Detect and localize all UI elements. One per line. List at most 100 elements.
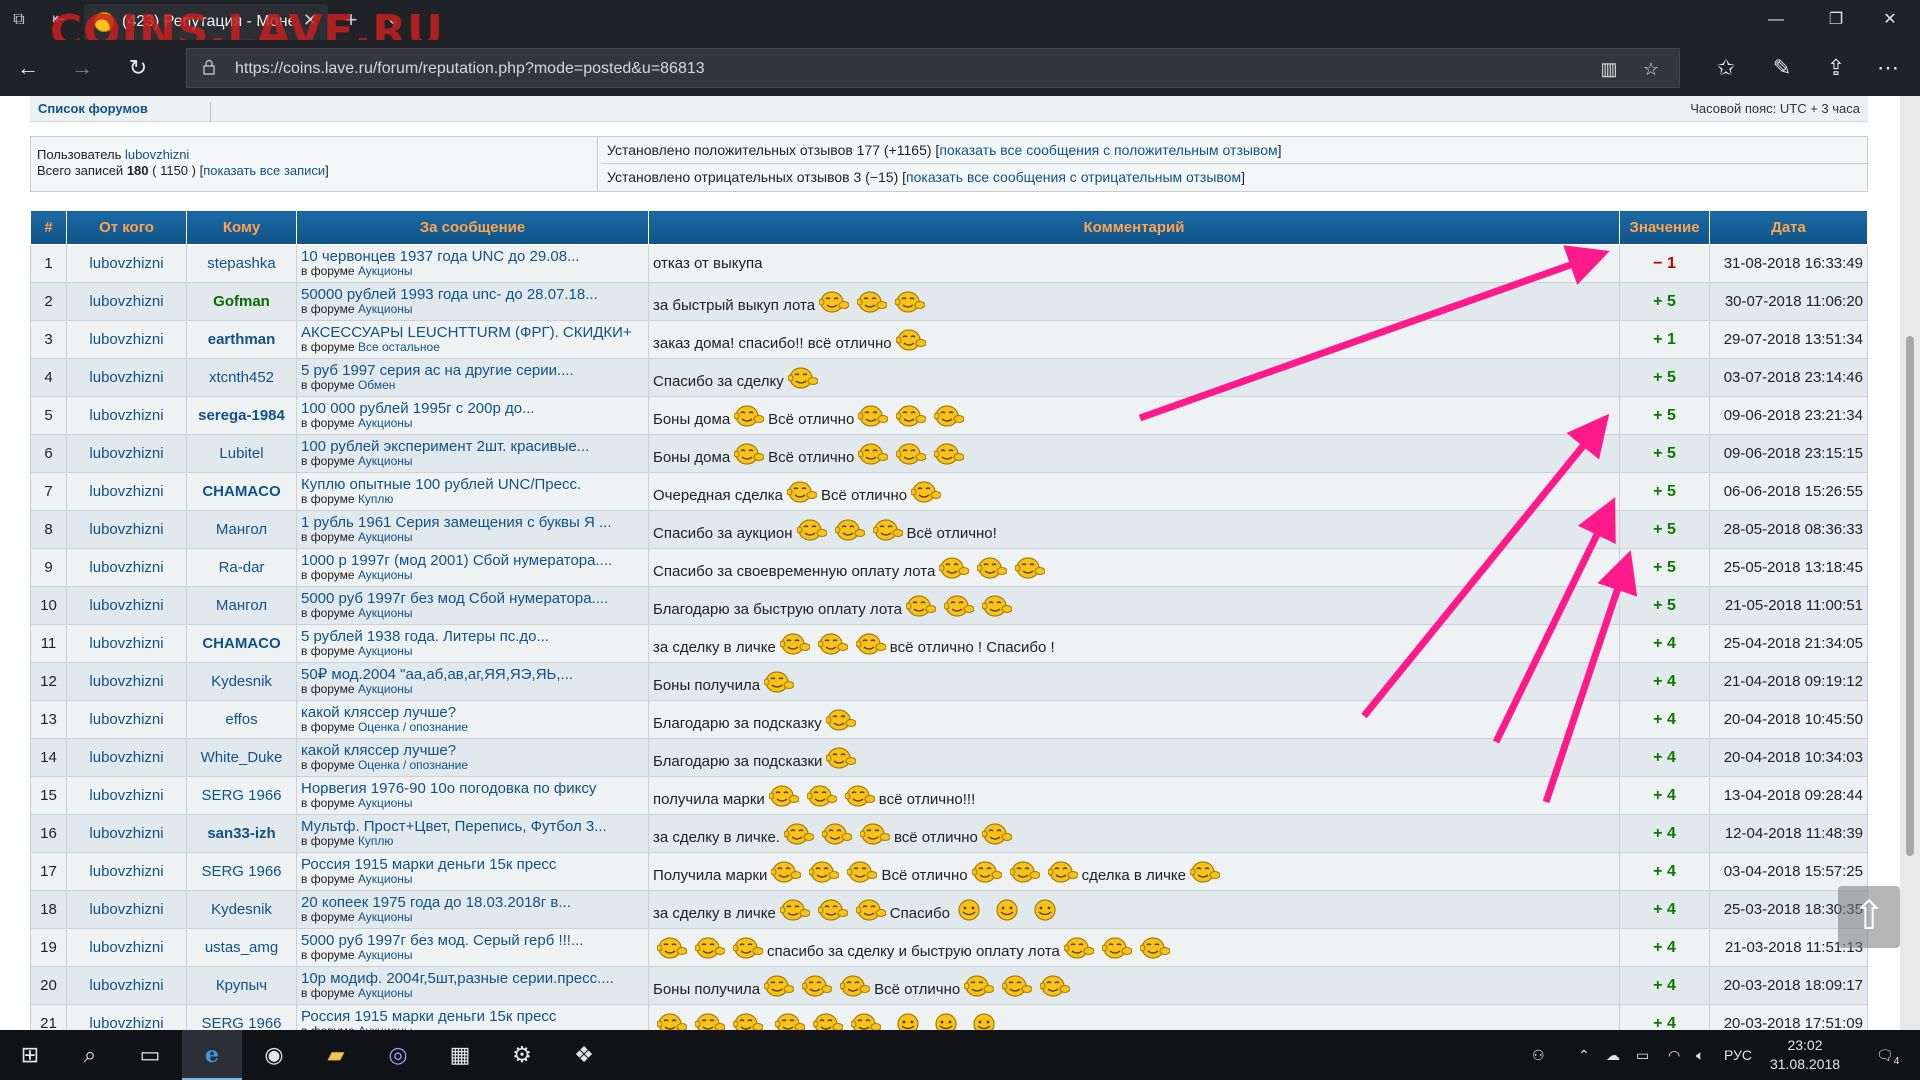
to-user-link[interactable]: SERG 1966	[186, 776, 297, 815]
from-user-link[interactable]: lubovzhizni	[66, 624, 187, 663]
post-title-link[interactable]: Россия 1915 марки деньги 15к пресс	[301, 858, 648, 872]
post-title-link[interactable]: Мультф. Прост+Цвет, Перепись, Футбол 3..…	[301, 820, 648, 834]
tab-list-chevron-icon[interactable]: ⌄	[382, 9, 404, 31]
task-view-icon[interactable]: ▭	[120, 1030, 180, 1080]
forum-link[interactable]: Оценка / опознание	[358, 720, 468, 734]
tab-manager-icon[interactable]: ⧉	[8, 9, 30, 31]
new-tab-icon[interactable]: +	[340, 9, 362, 31]
to-user-link[interactable]: Ra-dar	[186, 548, 297, 587]
column-header-date[interactable]: Дата	[1709, 210, 1868, 245]
from-user-link[interactable]: lubovzhizni	[66, 586, 187, 625]
forum-link[interactable]: Аукционы	[358, 910, 413, 924]
column-header-comment[interactable]: Комментарий	[648, 210, 1620, 245]
forum-link[interactable]: Аукционы	[358, 644, 413, 658]
language-indicator[interactable]: РУС	[1724, 1030, 1752, 1080]
to-user-link[interactable]: Крупыч	[186, 966, 297, 1005]
from-user-link[interactable]: lubovzhizni	[66, 282, 187, 321]
minimize-icon[interactable]: —	[1746, 0, 1806, 40]
volume-icon[interactable]: 🔈︎	[1696, 1030, 1704, 1080]
show-all-link[interactable]: показать все записи	[203, 163, 325, 178]
browser-tab[interactable]: (423) Репутация - Монет ✕	[84, 4, 328, 40]
from-user-link[interactable]: lubovzhizni	[66, 548, 187, 587]
from-user-link[interactable]: lubovzhizni	[66, 472, 187, 511]
post-title-link[interactable]: 10 червонцев 1937 года UNC до 29.08...	[301, 250, 648, 264]
windows-start-icon[interactable]: ⊞	[0, 1030, 60, 1080]
forum-list-link[interactable]: Список форумов	[38, 101, 148, 116]
forum-link[interactable]: Аукционы	[358, 986, 413, 1000]
favorites-icon[interactable]: ✩	[1710, 52, 1742, 84]
post-title-link[interactable]: Россия 1915 марки деньги 15к пресс	[301, 1010, 648, 1024]
forum-link[interactable]: Аукционы	[358, 454, 413, 468]
to-user-link[interactable]: White_Duke	[186, 738, 297, 777]
scrollbar-thumb[interactable]	[1906, 336, 1914, 856]
from-user-link[interactable]: lubovzhizni	[66, 814, 187, 853]
forum-link[interactable]: Обмен	[358, 378, 396, 392]
post-title-link[interactable]: 50₽ мод.2004 "аа,аб,ав,аг,ЯЯ,ЯЭ,ЯЬ,...	[301, 668, 648, 682]
calculator-icon[interactable]: ▦	[430, 1030, 490, 1080]
share-icon[interactable]: ⇪	[1820, 52, 1852, 84]
to-user-link[interactable]: Kydesnik	[186, 662, 297, 701]
to-user-link[interactable]: stepashka	[186, 244, 297, 283]
post-title-link[interactable]: Куплю опытные 100 рублей UNC/Пресс.	[301, 478, 648, 492]
from-user-link[interactable]: lubovzhizni	[66, 434, 187, 473]
from-user-link[interactable]: lubovzhizni	[66, 738, 187, 777]
forum-link[interactable]: Аукционы	[358, 948, 413, 962]
post-title-link[interactable]: АКСЕССУАРЫ LEUCHTTURM (ФРГ). СКИДКИ+	[301, 326, 648, 340]
tab-close-icon[interactable]: ✕	[303, 10, 318, 31]
cloud-icon[interactable]: ☁	[1606, 1030, 1620, 1080]
arrow-left-icon[interactable]: ←	[12, 52, 44, 84]
forum-link[interactable]: Аукционы	[358, 796, 413, 810]
forum-link[interactable]: Аукционы	[358, 302, 413, 316]
scroll-up-icon[interactable]: ⇧	[1838, 886, 1900, 948]
from-user-link[interactable]: lubovzhizni	[66, 358, 187, 397]
search-icon[interactable]: ⌕	[60, 1030, 120, 1080]
star-icon[interactable]: ☆	[1639, 57, 1663, 81]
to-user-link[interactable]: Gofman	[186, 282, 297, 321]
edge-browser-icon[interactable]: e	[182, 1030, 242, 1080]
wifi-icon[interactable]: ◠	[1668, 1030, 1680, 1080]
to-user-link[interactable]: Мангол	[186, 510, 297, 549]
people-icon[interactable]: ⚇	[1532, 1030, 1545, 1080]
to-user-link[interactable]: SERG 1966	[186, 852, 297, 891]
post-title-link[interactable]: 100 рублей эксперимент 2шт. красивые...	[301, 440, 648, 454]
post-title-link[interactable]: 5 руб 1997 серия ас на другие серии....	[301, 364, 648, 378]
forum-link[interactable]: Аукционы	[358, 264, 413, 278]
from-user-link[interactable]: lubovzhizni	[66, 1004, 187, 1030]
post-title-link[interactable]: 10р модиф. 2004г,5шт,разные серии.пресс.…	[301, 972, 648, 986]
post-title-link[interactable]: 1 рубль 1961 Серия замещения с буквы Я .…	[301, 516, 648, 530]
column-header-value[interactable]: Значение	[1619, 210, 1710, 245]
file-explorer-icon[interactable]: ▰	[306, 1030, 366, 1080]
to-user-link[interactable]: Lubitel	[186, 434, 297, 473]
chrome-icon[interactable]: ◉	[244, 1030, 304, 1080]
from-user-link[interactable]: lubovzhizni	[66, 852, 187, 891]
post-title-link[interactable]: 1000 р 1997г (мод 2001) Сбой нумератора.…	[301, 554, 648, 568]
from-user-link[interactable]: lubovzhizni	[66, 776, 187, 815]
from-user-link[interactable]: lubovzhizni	[66, 700, 187, 739]
from-user-link[interactable]: lubovzhizni	[66, 510, 187, 549]
settings-gear-icon[interactable]: ⚙	[492, 1030, 552, 1080]
to-user-link[interactable]: Мангол	[186, 586, 297, 625]
tray-chevron-icon[interactable]: ⌃	[1578, 1030, 1590, 1080]
forum-link[interactable]: Аукционы	[358, 568, 413, 582]
pen-icon[interactable]: ✎	[1766, 52, 1798, 84]
forum-link[interactable]: Аукционы	[358, 530, 413, 544]
refresh-icon[interactable]: ↻	[122, 52, 154, 84]
post-title-link[interactable]: какой кляссер лучше?	[301, 706, 648, 720]
column-header-post[interactable]: За сообщение	[296, 210, 649, 245]
from-user-link[interactable]: lubovzhizni	[66, 928, 187, 967]
post-title-link[interactable]: 50000 рублей 1993 года unc- до 28.07.18.…	[301, 288, 648, 302]
post-title-link[interactable]: 100 000 рублей 1995г с 200р до...	[301, 402, 648, 416]
forum-link[interactable]: Все остальное	[358, 340, 440, 354]
post-title-link[interactable]: 5000 руб 1997г без мод Сбой нумератора..…	[301, 592, 648, 606]
post-title-link[interactable]: 20 копеек 1975 года до 18.03.2018г в...	[301, 896, 648, 910]
post-title-link[interactable]: какой кляссер лучше?	[301, 744, 648, 758]
to-user-link[interactable]: CHAMACO	[186, 472, 297, 511]
column-header-from[interactable]: От кого	[66, 210, 187, 245]
battery-icon[interactable]: ▭	[1636, 1030, 1649, 1080]
from-user-link[interactable]: lubovzhizni	[66, 662, 187, 701]
from-user-link[interactable]: lubovzhizni	[66, 396, 187, 435]
to-user-link[interactable]: ustas_amg	[186, 928, 297, 967]
forum-link[interactable]: Аукционы	[358, 682, 413, 696]
close-window-icon[interactable]: ✕	[1860, 0, 1920, 40]
column-header-number[interactable]: #	[30, 210, 67, 245]
